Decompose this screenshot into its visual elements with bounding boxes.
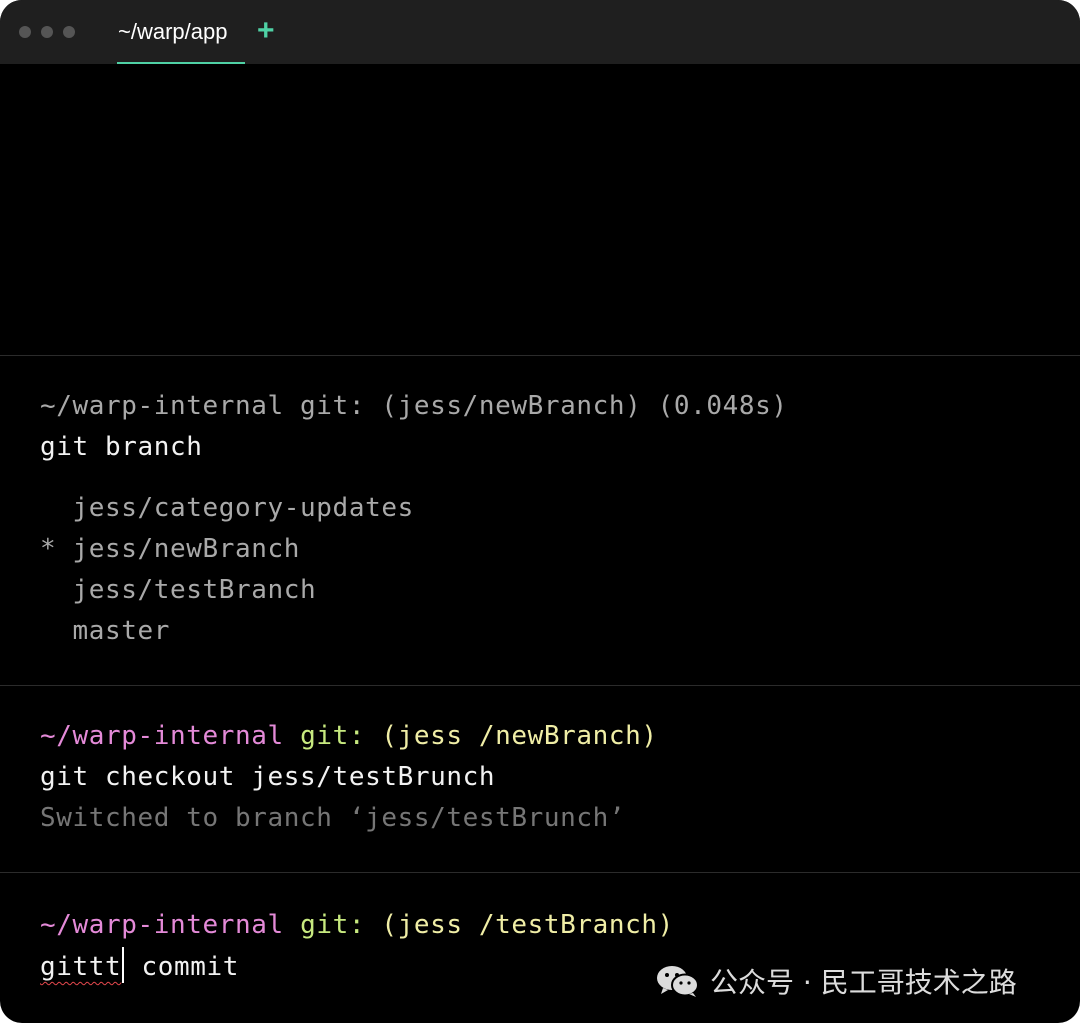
prompt-directory: ~/warp-internal [40,721,284,751]
tab-warp-app[interactable]: ~/warp/app [117,0,247,64]
title-bar: ~/warp/app + [0,0,1080,64]
window-control-close[interactable] [19,26,31,38]
watermark: 公众号 · 民工哥技术之路 [656,962,1017,1000]
window-control-maximize[interactable] [63,26,75,38]
text-cursor [122,947,125,983]
output-line: jess/testBranch [40,575,317,605]
prompt-git-label: git: [300,721,366,751]
new-tab-plus-icon[interactable]: + [257,14,275,48]
block-divider [0,872,1080,873]
window-control-minimize[interactable] [41,26,53,38]
terminal-window: ~/warp/app + ~/warp-internal git: (jess/… [0,0,1080,1023]
block-command: git checkout jess/testBrunch [40,762,496,792]
block-divider [0,355,1080,356]
block-prompt: ~/warp-internal git: (jess /newBranch) [40,718,658,754]
tab-title: ~/warp/app [118,19,228,44]
block-prompt: ~/warp-internal git: (jess/newBranch) (0… [40,391,788,421]
wechat-icon [657,966,699,997]
prompt-directory: ~/warp-internal [40,910,284,940]
prompt-branch: (jess /testBranch) [381,910,674,940]
watermark-text: 公众号 · 民工哥技术之路 [710,966,1017,999]
block-output: Switched to branch ‘jess/testBrunch’ [40,803,626,833]
command-input[interactable]: gittt commit [40,947,239,985]
block-command: git branch [40,432,203,462]
prompt-git-label: git: [300,910,366,940]
active-tab-indicator [117,62,245,64]
misspelled-word[interactable]: gittt [40,952,121,982]
prompt-branch: (jess /newBranch) [381,721,658,751]
input-prompt: ~/warp-internal git: (jess /testBranch) [40,907,674,943]
input-rest: commit [125,952,240,982]
output-line: master [40,616,171,646]
block-divider [0,685,1080,686]
output-line: * jess/newBranch [40,534,301,564]
output-line: jess/category-updates [40,493,414,523]
